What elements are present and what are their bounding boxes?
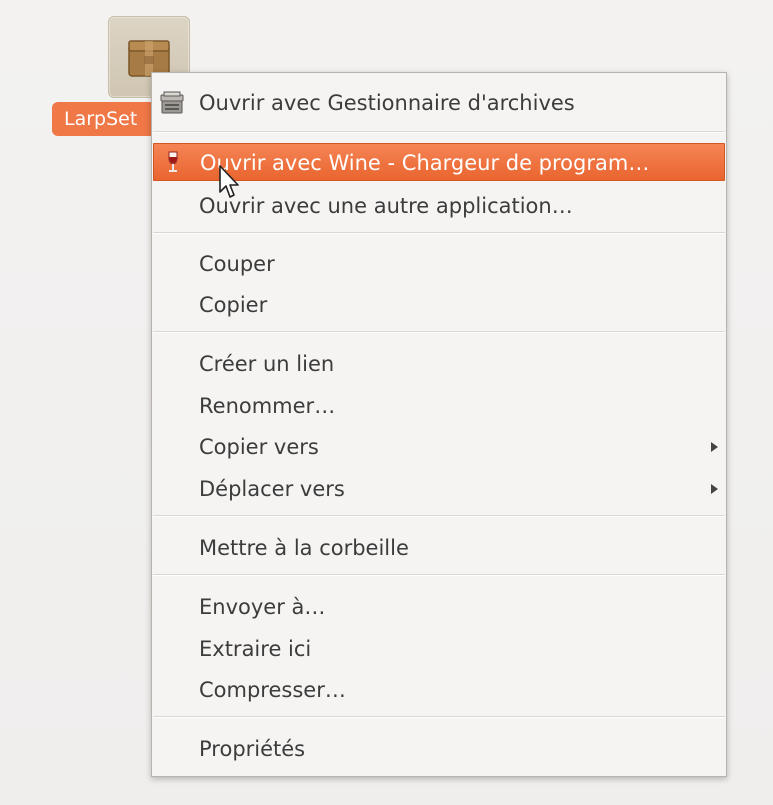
submenu-arrow-icon xyxy=(711,442,718,452)
menu-item-label: Déplacer vers xyxy=(199,477,345,501)
menu-item-label: Créer un lien xyxy=(199,352,335,376)
file-name-label[interactable]: LarpSet xyxy=(52,102,166,136)
mouse-pointer-icon xyxy=(219,165,239,198)
menu-item-send-to[interactable]: Envoyer à… xyxy=(152,587,726,627)
menu-item-cut[interactable]: Couper xyxy=(152,244,726,284)
menu-item-move-to-trash[interactable]: Mettre à la corbeille xyxy=(152,528,726,568)
menu-item-label: Envoyer à… xyxy=(199,595,326,619)
menu-item-label: Compresser… xyxy=(199,678,346,702)
menu-item-label: Propriétés xyxy=(199,737,306,761)
menu-item-label: Copier xyxy=(199,293,268,317)
menu-separator xyxy=(153,331,725,333)
menu-item-label: Ouvrir avec une autre application… xyxy=(199,194,573,218)
menu-item-extract-here[interactable]: Extraire ici xyxy=(152,629,726,669)
menu-item-label: Copier vers xyxy=(199,435,319,459)
menu-item-label: Ouvrir avec Gestionnaire d'archives xyxy=(199,91,575,115)
archive-manager-icon xyxy=(160,91,184,114)
menu-item-label: Ouvrir avec Wine - Chargeur de program… xyxy=(200,151,650,175)
menu-item-label: Renommer… xyxy=(199,394,336,418)
menu-separator xyxy=(153,515,725,517)
menu-separator xyxy=(153,131,725,133)
menu-item-label: Extraire ici xyxy=(199,637,312,661)
wine-icon xyxy=(168,151,178,172)
menu-separator xyxy=(153,574,725,576)
menu-item-rename[interactable]: Renommer… xyxy=(152,386,726,426)
menu-item-label: Couper xyxy=(199,252,275,276)
menu-item-label: Mettre à la corbeille xyxy=(199,536,409,560)
menu-separator xyxy=(153,716,725,718)
menu-item-compress[interactable]: Compresser… xyxy=(152,670,726,710)
menu-item-move-to[interactable]: Déplacer vers xyxy=(152,469,726,509)
submenu-arrow-icon xyxy=(711,484,718,494)
desktop[interactable]: LarpSet Ouvrir avec Gestionnaire d'archi… xyxy=(0,0,773,805)
menu-item-copy[interactable]: Copier xyxy=(152,285,726,325)
menu-item-properties[interactable]: Propriétés xyxy=(152,729,726,769)
menu-separator xyxy=(153,232,725,234)
menu-item-create-link[interactable]: Créer un lien xyxy=(152,344,726,384)
menu-item-copy-to[interactable]: Copier vers xyxy=(152,427,726,467)
menu-item-open-archive-manager[interactable]: Ouvrir avec Gestionnaire d'archives xyxy=(152,83,726,123)
